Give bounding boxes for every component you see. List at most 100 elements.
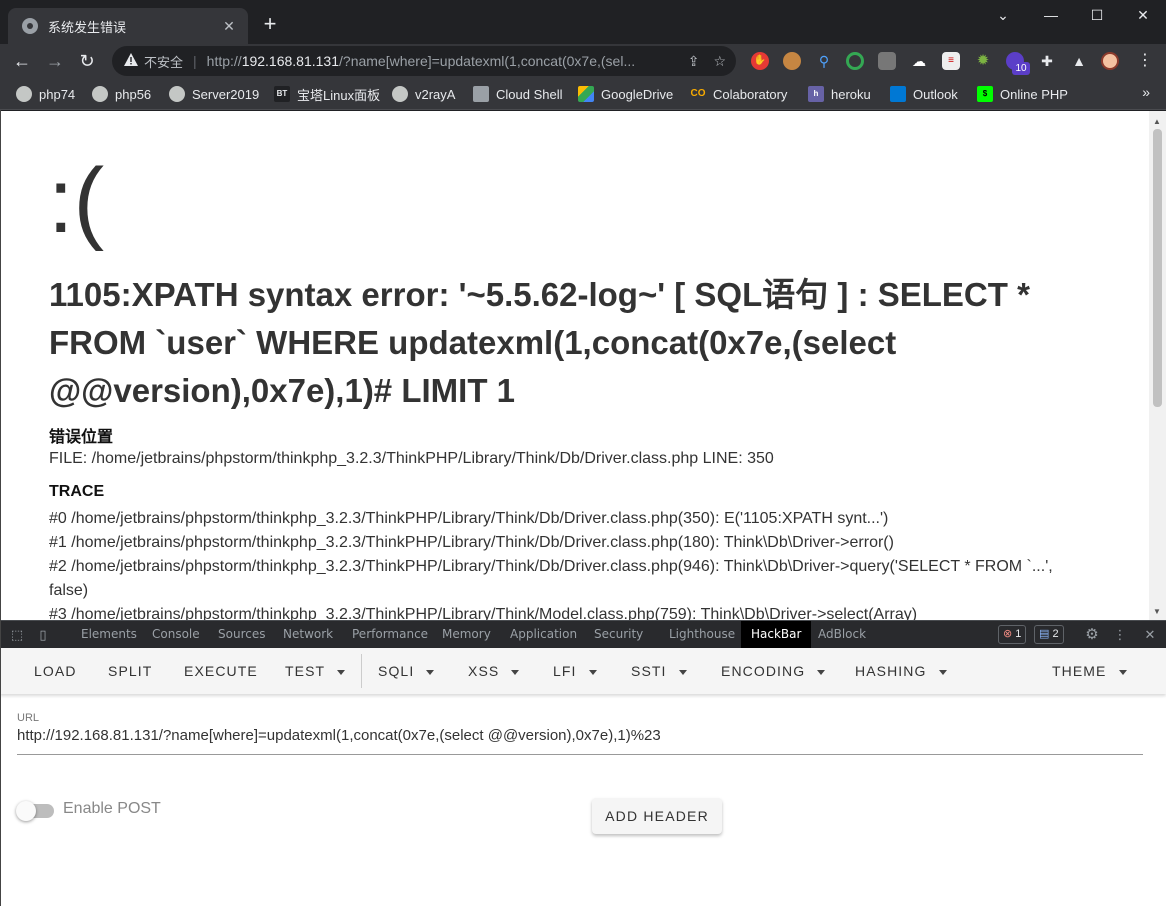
tab-strip: 系统发生错误 ✕ + ⌄ — ☐ ✕ [0, 0, 1166, 44]
bookmark-php74[interactable]: php74 [16, 85, 75, 103]
tab-adblock[interactable]: AdBlock [818, 621, 866, 648]
maximize-button[interactable]: ☐ [1074, 0, 1120, 32]
bookmark-online-php[interactable]: $ Online PHP [977, 85, 1068, 103]
browser-menu-icon[interactable]: ⋮ [1132, 48, 1158, 74]
execute-button[interactable]: EXECUTE [184, 648, 258, 694]
bookmark-colaboratory[interactable]: CO Colaboratory [690, 85, 788, 103]
hashing-menu[interactable]: HASHING [855, 648, 947, 694]
bookmark-v2raya[interactable]: v2rayA [392, 85, 455, 103]
tab-network[interactable]: Network [283, 621, 333, 648]
enable-post-label[interactable]: Enable POST [63, 800, 161, 818]
sqli-menu-label: SQLI [378, 663, 415, 679]
back-button[interactable]: ← [9, 48, 35, 74]
pin-icon[interactable]: ⚲ [815, 52, 833, 70]
add-header-button[interactable]: ADD HEADER [592, 798, 722, 834]
sqli-menu[interactable]: SQLI [378, 648, 435, 694]
bookmark-php56[interactable]: php56 [92, 85, 151, 103]
xss-menu-label: XSS [468, 663, 500, 679]
tab-security[interactable]: Security [594, 621, 643, 648]
forward-button[interactable]: → [42, 48, 68, 74]
bookmark-baota[interactable]: BT 宝塔Linux面板 [274, 85, 380, 103]
puzzle-icon[interactable]: ✚ [1038, 52, 1056, 70]
bookmark-label: Outlook [913, 86, 958, 102]
enable-post-toggle[interactable] [16, 801, 54, 821]
security-label[interactable]: 不安全 [144, 52, 183, 71]
trace-line: #3 /home/jetbrains/phpstorm/thinkphp_3.2… [49, 606, 918, 620]
settings-gear-icon[interactable]: ⚙ [1084, 627, 1100, 643]
tab-lighthouse[interactable]: Lighthouse [669, 621, 735, 648]
bookmarks-overflow-button[interactable]: » [1142, 84, 1150, 100]
device-toolbar-icon[interactable]: ▯ [35, 627, 51, 643]
toggle-knob[interactable] [16, 801, 36, 821]
tab-memory[interactable]: Memory [442, 621, 491, 648]
theme-menu-label: THEME [1052, 663, 1107, 679]
xss-menu[interactable]: XSS [468, 648, 520, 694]
clouds-icon[interactable]: ☁ [910, 52, 928, 70]
bookmark-label: Server2019 [192, 86, 260, 102]
tab-search-icon[interactable]: ⌄ [980, 0, 1026, 32]
page-scrollbar[interactable]: ▲ ▼ [1149, 111, 1166, 620]
message-count-badge[interactable]: ▤ 2 [1034, 625, 1064, 644]
bookmark-label: Online PHP [1000, 86, 1068, 102]
trace-title: TRACE [49, 483, 105, 500]
chevron-down-icon [817, 669, 826, 675]
drive-icon [578, 86, 594, 102]
avatar[interactable] [1101, 52, 1119, 70]
scroll-down-icon[interactable]: ▼ [1153, 607, 1161, 616]
reload-button[interactable]: ↻ [74, 48, 100, 74]
cookie-icon[interactable] [783, 52, 801, 70]
bookmark-star-icon[interactable]: ☆ [713, 53, 726, 70]
hackbar-panel: LOAD SPLIT EXECUTE TEST SQLI XSS LFI SST… [0, 648, 1166, 906]
url-field[interactable]: http://192.168.81.131/?name[where]=updat… [17, 727, 1143, 755]
error-count-badge[interactable]: ⊗ 1 [998, 625, 1027, 644]
proxy-icon[interactable] [878, 52, 896, 70]
flask-icon[interactable]: ▲ [1070, 52, 1088, 70]
tab-close-icon[interactable]: ✕ [220, 18, 238, 35]
test-menu[interactable]: TEST [285, 648, 346, 694]
lfi-menu-label: LFI [553, 663, 577, 679]
tab-sources[interactable]: Sources [218, 621, 265, 648]
bug-icon[interactable]: ✹ [974, 52, 992, 70]
devtools-menu-icon[interactable]: ⋮ [1112, 627, 1128, 643]
globe-icon [392, 86, 408, 102]
scrollbar-thumb[interactable] [1153, 129, 1162, 407]
error-location-title: 错误位置 [49, 429, 114, 446]
stop-extension-icon[interactable]: ✋ [751, 52, 769, 70]
inspect-element-icon[interactable]: ⬚ [9, 627, 25, 643]
tab-application[interactable]: Application [510, 621, 577, 648]
ssti-menu-label: SSTI [631, 663, 667, 679]
theme-menu[interactable]: THEME [1052, 648, 1127, 694]
bookmark-outlook[interactable]: Outlook [890, 85, 958, 103]
new-tab-button[interactable]: + [258, 12, 282, 36]
tab-elements[interactable]: Elements [81, 621, 137, 648]
bookmark-cloud-shell[interactable]: Cloud Shell [473, 85, 563, 103]
bookmark-googledrive[interactable]: GoogleDrive [578, 85, 673, 103]
browser-tab[interactable]: 系统发生错误 ✕ [8, 8, 248, 44]
page-viewport: :( 1105:XPATH syntax error: '~5.5.62-log… [1, 111, 1149, 620]
bookmark-label: 宝塔Linux面板 [297, 87, 381, 103]
close-window-button[interactable]: ✕ [1120, 0, 1166, 32]
load-button[interactable]: LOAD [34, 648, 77, 694]
tab-performance[interactable]: Performance [352, 621, 428, 648]
tab-hackbar[interactable]: HackBar [741, 621, 812, 648]
heroku-icon: h [808, 86, 824, 102]
lfi-menu[interactable]: LFI [553, 648, 597, 694]
split-button[interactable]: SPLIT [108, 648, 152, 694]
circle-icon[interactable] [846, 52, 864, 70]
note-icon[interactable]: ≡ [942, 52, 960, 70]
share-icon[interactable]: ⇪ [688, 53, 700, 70]
encoding-menu-label: ENCODING [721, 663, 806, 679]
shell-icon: $ [977, 86, 993, 102]
devtools-tabbar: ⬚ ▯ Elements Console Sources Network Per… [0, 620, 1166, 648]
close-devtools-icon[interactable]: ✕ [1142, 627, 1158, 643]
address-bar[interactable]: 不安全 | http:// 192.168.81.131 /?name[wher… [112, 46, 736, 76]
bookmark-heroku[interactable]: h heroku [808, 85, 871, 103]
ssti-menu[interactable]: SSTI [631, 648, 687, 694]
warning-icon[interactable] [124, 53, 138, 69]
minimize-button[interactable]: — [1028, 0, 1074, 32]
bookmark-server2019[interactable]: Server2019 [169, 85, 259, 103]
encoding-menu[interactable]: ENCODING [721, 648, 826, 694]
tab-console[interactable]: Console [152, 621, 200, 648]
scroll-up-icon[interactable]: ▲ [1153, 117, 1161, 126]
browser-toolbar: ← → ↻ 不安全 | http:// 192.168.81.131 /?nam… [0, 44, 1166, 78]
